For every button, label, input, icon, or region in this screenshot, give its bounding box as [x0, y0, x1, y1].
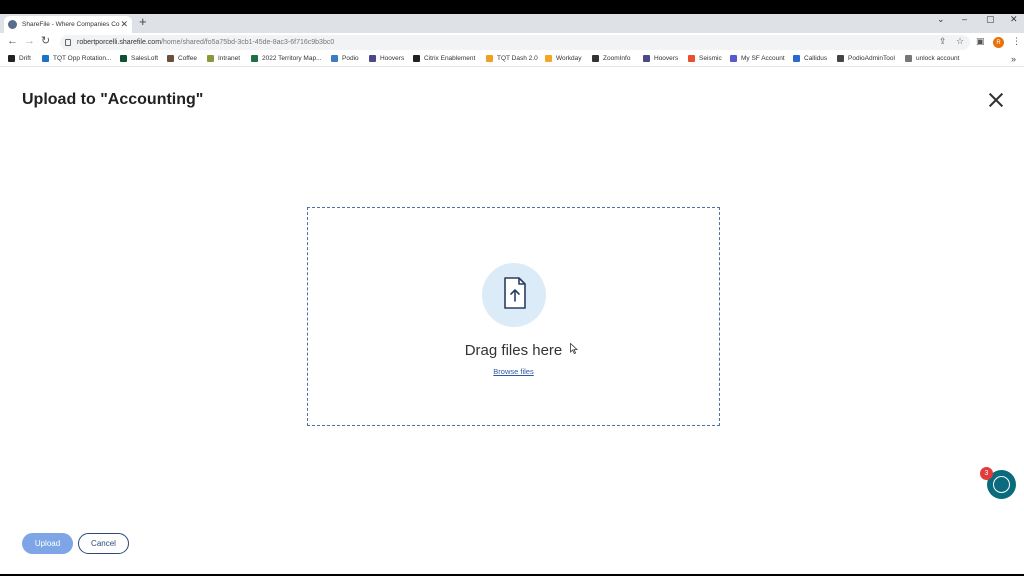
bookmark-icon — [369, 55, 376, 62]
bookmark-item[interactable]: My SF Account — [730, 55, 785, 62]
bookmark-icon — [793, 55, 800, 62]
bookmark-item[interactable]: TQT Opp Rotation... — [42, 55, 111, 62]
browser-tab-strip: ShareFile - Where Companies Co ✕ — [0, 14, 1024, 33]
upload-illustration — [482, 263, 546, 327]
upload-dialog: Upload to "Accounting" Drag files here B… — [0, 67, 1024, 574]
bookmark-icon — [837, 55, 844, 62]
mouse-cursor-icon — [570, 343, 578, 354]
browse-files-link[interactable]: Browse files — [308, 367, 719, 376]
browser-tab-sharefile[interactable]: ShareFile - Where Companies Co ✕ — [4, 16, 132, 33]
bookmark-icon — [730, 55, 737, 62]
bookmark-icon — [331, 55, 338, 62]
bookmark-icon — [486, 55, 493, 62]
tab-close-icon[interactable]: ✕ — [120, 20, 128, 29]
share-icon[interactable]: ⇪ — [939, 37, 947, 46]
screen-top-border — [0, 0, 1024, 14]
bookmark-item[interactable]: PodioAdminTool — [837, 55, 895, 62]
browser-toolbar: ← → ↻ robertporcelli.sharefile.com/home/… — [0, 33, 1024, 52]
cancel-button[interactable]: Cancel — [78, 533, 129, 554]
upload-button[interactable]: Upload — [22, 533, 73, 554]
bookmark-item[interactable]: TQT Dash 2.0 — [486, 55, 538, 62]
address-bar[interactable]: robertporcelli.sharefile.com/home/shared… — [60, 35, 970, 50]
compass-icon — [993, 476, 1010, 493]
bookmark-item[interactable]: Coffee — [167, 55, 197, 62]
sharefile-favicon-icon — [8, 20, 17, 29]
bookmark-item[interactable]: Seismic — [688, 55, 722, 62]
bookmark-item[interactable]: Intranet — [207, 55, 240, 62]
tab-search-icon[interactable]: ⌄ — [937, 15, 945, 24]
back-arrow-icon[interactable]: ← — [7, 36, 18, 47]
file-drop-zone[interactable]: Drag files here Browse files — [307, 207, 720, 426]
bookmark-star-icon[interactable]: ☆ — [956, 37, 964, 46]
url-text: robertporcelli.sharefile.com/home/shared… — [77, 39, 334, 46]
bookmark-item[interactable]: 2022 Territory Map... — [251, 55, 322, 62]
bookmark-icon — [251, 55, 258, 62]
bookmark-icon — [413, 55, 420, 62]
bookmark-item[interactable]: Workday — [545, 55, 582, 62]
bookmark-item[interactable]: unlock account — [905, 55, 959, 62]
url-path: /home/shared/fo5a75bd-3cb1-45de-8ac3-6f7… — [161, 39, 335, 46]
bookmark-icon — [688, 55, 695, 62]
bookmark-icon — [207, 55, 214, 62]
bookmark-item[interactable]: Callidus — [793, 55, 827, 62]
notification-badge: 3 — [980, 467, 993, 480]
bookmark-icon — [545, 55, 552, 62]
bookmark-item[interactable]: Drift — [8, 55, 31, 62]
bookmark-icon — [592, 55, 599, 62]
url-host: robertporcelli.sharefile.com — [77, 39, 162, 46]
bookmark-icon — [905, 55, 912, 62]
profile-avatar[interactable]: R — [993, 37, 1004, 48]
reload-icon[interactable]: ↻ — [41, 36, 50, 47]
bookmark-icon — [8, 55, 15, 62]
lock-icon — [65, 39, 71, 46]
bookmark-item[interactable]: ZoomInfo — [592, 55, 630, 62]
bookmark-icon — [120, 55, 127, 62]
bookmark-item[interactable]: Hoovers — [643, 55, 678, 62]
page-title: Upload to "Accounting" — [22, 91, 204, 108]
maximize-icon[interactable]: ▢ — [986, 15, 995, 24]
bookmarks-bar: Drift TQT Opp Rotation... SalesLoft Coff… — [0, 52, 1024, 67]
window-close-icon[interactable]: ✕ — [1010, 15, 1018, 24]
bookmark-icon — [643, 55, 650, 62]
close-icon[interactable] — [988, 92, 1004, 108]
browser-menu-icon[interactable]: ⋮ — [1012, 37, 1021, 46]
tab-title: ShareFile - Where Companies Co — [22, 21, 120, 28]
bookmark-icon — [167, 55, 174, 62]
bookmark-icon — [42, 55, 49, 62]
forward-arrow-icon[interactable]: → — [24, 36, 35, 47]
bookmark-item[interactable]: Citrix Enablement — [413, 55, 475, 62]
minimize-icon[interactable]: – — [962, 15, 967, 24]
drop-instructions: Drag files here — [464, 342, 563, 359]
new-tab-button[interactable]: + — [139, 15, 147, 28]
bookmark-item[interactable]: Podio — [331, 55, 359, 62]
file-upload-icon — [504, 277, 526, 309]
side-panel-icon[interactable]: ▣ — [976, 37, 985, 46]
bookmark-item[interactable]: Hoovers — [369, 55, 404, 62]
bookmark-item[interactable]: SalesLoft — [120, 55, 158, 62]
bookmarks-overflow-icon[interactable]: » — [1011, 54, 1016, 64]
